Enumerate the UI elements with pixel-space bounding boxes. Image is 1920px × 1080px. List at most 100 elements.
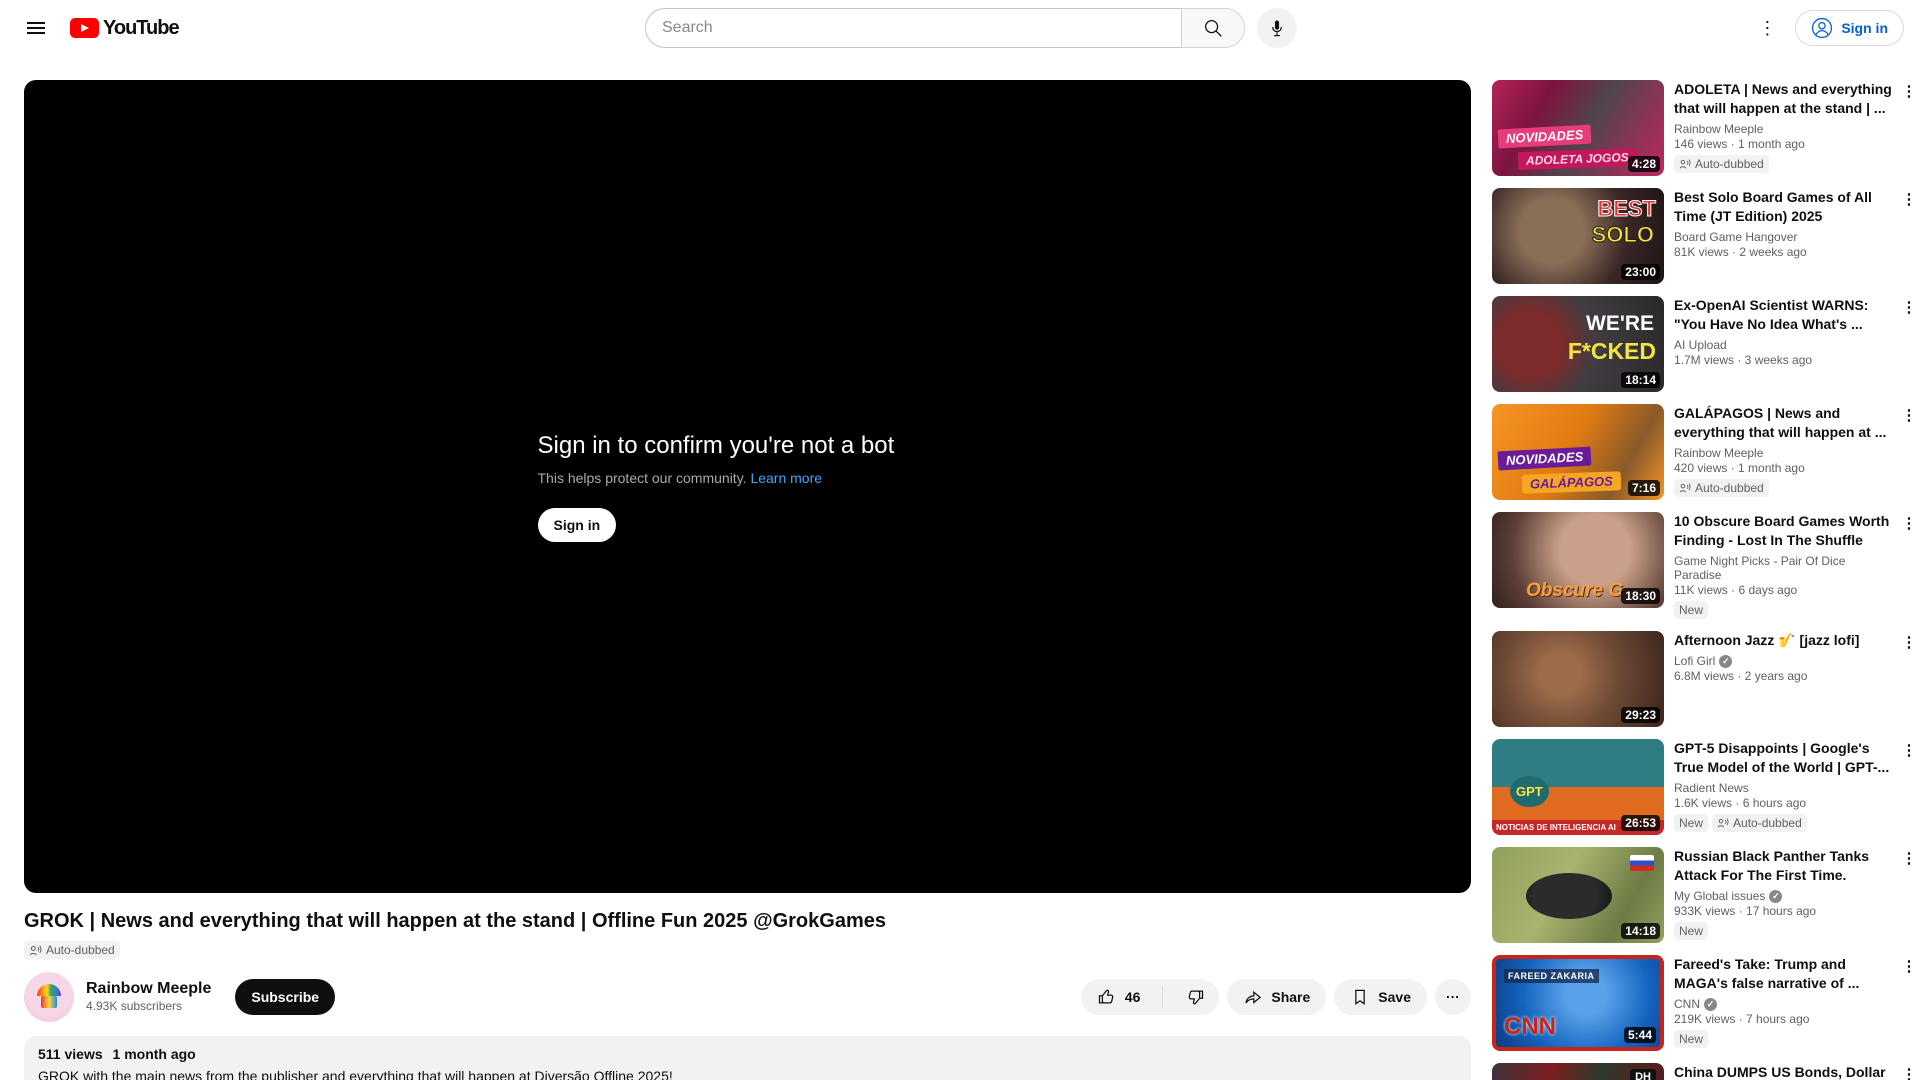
related-video-1[interactable]: NOVIDADES ADOLETA JOGOS 4:28 ADOLETA | N… <box>1492 80 1920 176</box>
watch-primary-column: Sign in to confirm you're not a bot This… <box>24 80 1471 1080</box>
new-badge: New <box>1674 814 1708 832</box>
more-options-icon[interactable]: ⋮ <box>1898 190 1920 208</box>
video-thumbnail[interactable]: 14:18 <box>1492 847 1664 943</box>
related-channel[interactable]: Rainbow Meeple <box>1674 446 1763 460</box>
more-options-icon[interactable]: ⋮ <box>1898 849 1920 867</box>
video-thumbnail[interactable]: DH <box>1492 1063 1664 1080</box>
overlay-title: Sign in to confirm you're not a bot <box>538 432 958 460</box>
related-title[interactable]: Fareed's Take: Trump and MAGA's false na… <box>1674 955 1896 993</box>
new-badge: New <box>1674 922 1708 940</box>
related-meta: 11K views · 6 days ago <box>1674 583 1896 597</box>
settings-kebab-icon[interactable]: ⋮ <box>1747 8 1787 48</box>
thumbnail-overlay-text: GPT <box>1510 776 1549 807</box>
video-thumbnail[interactable]: 29:23 <box>1492 631 1664 727</box>
related-meta: 146 views · 1 month ago <box>1674 137 1896 151</box>
share-button[interactable]: Share <box>1227 979 1326 1015</box>
thumbnail-overlay-text: FAREED ZAKARIA <box>1504 969 1599 983</box>
bookmark-icon <box>1350 987 1370 1007</box>
dislike-button[interactable] <box>1171 979 1219 1015</box>
related-video-7[interactable]: GPT NOTICIAS DE INTELIGENCIA AI 26:53 GP… <box>1492 739 1920 835</box>
more-options-icon[interactable]: ⋮ <box>1898 406 1920 424</box>
related-title[interactable]: Russian Black Panther Tanks Attack For T… <box>1674 847 1896 885</box>
auto-dubbed-badge: Auto-dubbed <box>1674 155 1769 173</box>
overlay-signin-button[interactable]: Sign in <box>538 508 617 542</box>
related-video-5[interactable]: Obscure G 18:30 10 Obscure Board Games W… <box>1492 512 1920 619</box>
related-channel[interactable]: Rainbow Meeple <box>1674 122 1763 136</box>
subscribe-button[interactable]: Subscribe <box>235 979 335 1015</box>
auto-dubbed-badge: Auto-dubbed <box>24 941 120 959</box>
more-options-icon[interactable]: ⋮ <box>1898 633 1920 651</box>
related-video-4[interactable]: NOVIDADES GALÁPAGOS 7:16 GALÁPAGOS | New… <box>1492 404 1920 500</box>
related-video-2[interactable]: BEST SOLO 23:00 Best Solo Board Games of… <box>1492 188 1920 284</box>
related-video-3[interactable]: WE'RE F*CKED 18:14 Ex-OpenAI Scientist W… <box>1492 296 1920 392</box>
search-icon <box>1202 17 1224 39</box>
video-thumbnail[interactable]: GPT NOTICIAS DE INTELIGENCIA AI 26:53 <box>1492 739 1664 835</box>
related-title[interactable]: GPT-5 Disappoints | Google's True Model … <box>1674 739 1896 777</box>
more-actions-button[interactable]: ... <box>1435 979 1471 1015</box>
duration-badge: 18:14 <box>1621 372 1660 388</box>
voice-search-button[interactable] <box>1257 8 1297 48</box>
related-meta: 1.6K views · 6 hours ago <box>1674 796 1896 810</box>
channel-name[interactable]: Rainbow Meeple <box>86 980 211 998</box>
more-options-icon[interactable]: ⋮ <box>1898 741 1920 759</box>
related-channel[interactable]: AI Upload <box>1674 338 1727 352</box>
video-thumbnail[interactable]: Obscure G 18:30 <box>1492 512 1664 608</box>
video-thumbnail[interactable]: FAREED ZAKARIA CNN 5:44 <box>1492 955 1664 1051</box>
more-options-icon[interactable]: ⋮ <box>1898 1065 1920 1080</box>
thumbnail-overlay-text: CNN <box>1504 1013 1556 1041</box>
related-channel[interactable]: Game Night Picks - Pair Of Dice Paradise <box>1674 554 1896 582</box>
auto-dubbed-badge: Auto-dubbed <box>1712 814 1807 832</box>
video-thumbnail[interactable]: WE'RE F*CKED 18:14 <box>1492 296 1664 392</box>
top-navbar: YouTube ⋮ Sign in <box>0 0 1920 56</box>
overlay-subtitle: This helps protect our community. <box>538 470 747 486</box>
new-badge: New <box>1674 1030 1708 1048</box>
search-button[interactable] <box>1181 8 1245 48</box>
youtube-play-icon <box>70 18 99 38</box>
share-icon <box>1243 987 1263 1007</box>
video-title: GROK | News and everything that will hap… <box>24 907 1471 935</box>
related-video-10[interactable]: DH China DUMPS US Bonds, Dollar COLLAPSE… <box>1492 1063 1920 1080</box>
upload-date: 1 month ago <box>113 1046 196 1062</box>
related-channel[interactable]: Lofi Girl <box>1674 654 1715 668</box>
related-title[interactable]: Afternoon Jazz 🎷 [jazz lofi] <box>1674 631 1896 650</box>
more-options-icon[interactable]: ⋮ <box>1898 514 1920 532</box>
video-thumbnail[interactable]: BEST SOLO 23:00 <box>1492 188 1664 284</box>
related-title[interactable]: Best Solo Board Games of All Time (JT Ed… <box>1674 188 1896 226</box>
duration-badge: 18:30 <box>1621 588 1660 604</box>
related-channel[interactable]: My Global issues <box>1674 889 1765 903</box>
duration-badge: 14:18 <box>1621 923 1660 939</box>
related-video-8[interactable]: 14:18 Russian Black Panther Tanks Attack… <box>1492 847 1920 943</box>
like-button[interactable]: 46 <box>1081 979 1155 1015</box>
video-thumbnail[interactable]: NOVIDADES ADOLETA JOGOS 4:28 <box>1492 80 1664 176</box>
video-player[interactable]: Sign in to confirm you're not a bot This… <box>24 80 1471 893</box>
video-thumbnail[interactable]: NOVIDADES GALÁPAGOS 7:16 <box>1492 404 1664 500</box>
related-channel[interactable]: CNN <box>1674 997 1700 1011</box>
related-title[interactable]: 10 Obscure Board Games Worth Finding - L… <box>1674 512 1896 550</box>
hamburger-menu-icon[interactable] <box>16 8 56 48</box>
related-video-9[interactable]: FAREED ZAKARIA CNN 5:44 Fareed's Take: T… <box>1492 955 1920 1051</box>
more-options-icon[interactable]: ⋮ <box>1898 298 1920 316</box>
search-input[interactable] <box>645 8 1181 48</box>
related-channel[interactable]: Board Game Hangover <box>1674 230 1797 244</box>
learn-more-link[interactable]: Learn more <box>750 470 822 486</box>
verified-icon <box>1719 655 1732 668</box>
related-title[interactable]: ADOLETA | News and everything that will … <box>1674 80 1896 118</box>
related-meta: 81K views · 2 weeks ago <box>1674 245 1896 259</box>
auto-dubbed-badge: Auto-dubbed <box>1674 479 1769 497</box>
related-video-6[interactable]: 29:23 Afternoon Jazz 🎷 [jazz lofi] Lofi … <box>1492 631 1920 727</box>
related-channel[interactable]: Radient News <box>1674 781 1749 795</box>
related-title[interactable]: China DUMPS US Bonds, Dollar COLLAPSES a… <box>1674 1063 1896 1080</box>
search-area <box>645 8 1297 48</box>
channel-avatar[interactable] <box>24 972 74 1022</box>
more-options-icon[interactable]: ⋮ <box>1898 957 1920 975</box>
youtube-logo[interactable]: YouTube <box>70 17 179 40</box>
signin-button[interactable]: Sign in <box>1795 10 1904 46</box>
description-box[interactable]: 511 views 1 month ago GROK with the main… <box>24 1036 1471 1080</box>
related-title[interactable]: GALÁPAGOS | News and everything that wil… <box>1674 404 1896 442</box>
thumbnail-overlay-text: GALÁPAGOS <box>1522 471 1621 493</box>
related-title[interactable]: Ex-OpenAI Scientist WARNS: "You Have No … <box>1674 296 1896 334</box>
verified-icon <box>1704 998 1717 1011</box>
save-button[interactable]: Save <box>1334 979 1427 1015</box>
more-options-icon[interactable]: ⋮ <box>1898 82 1920 100</box>
thumbs-up-icon <box>1097 987 1117 1007</box>
